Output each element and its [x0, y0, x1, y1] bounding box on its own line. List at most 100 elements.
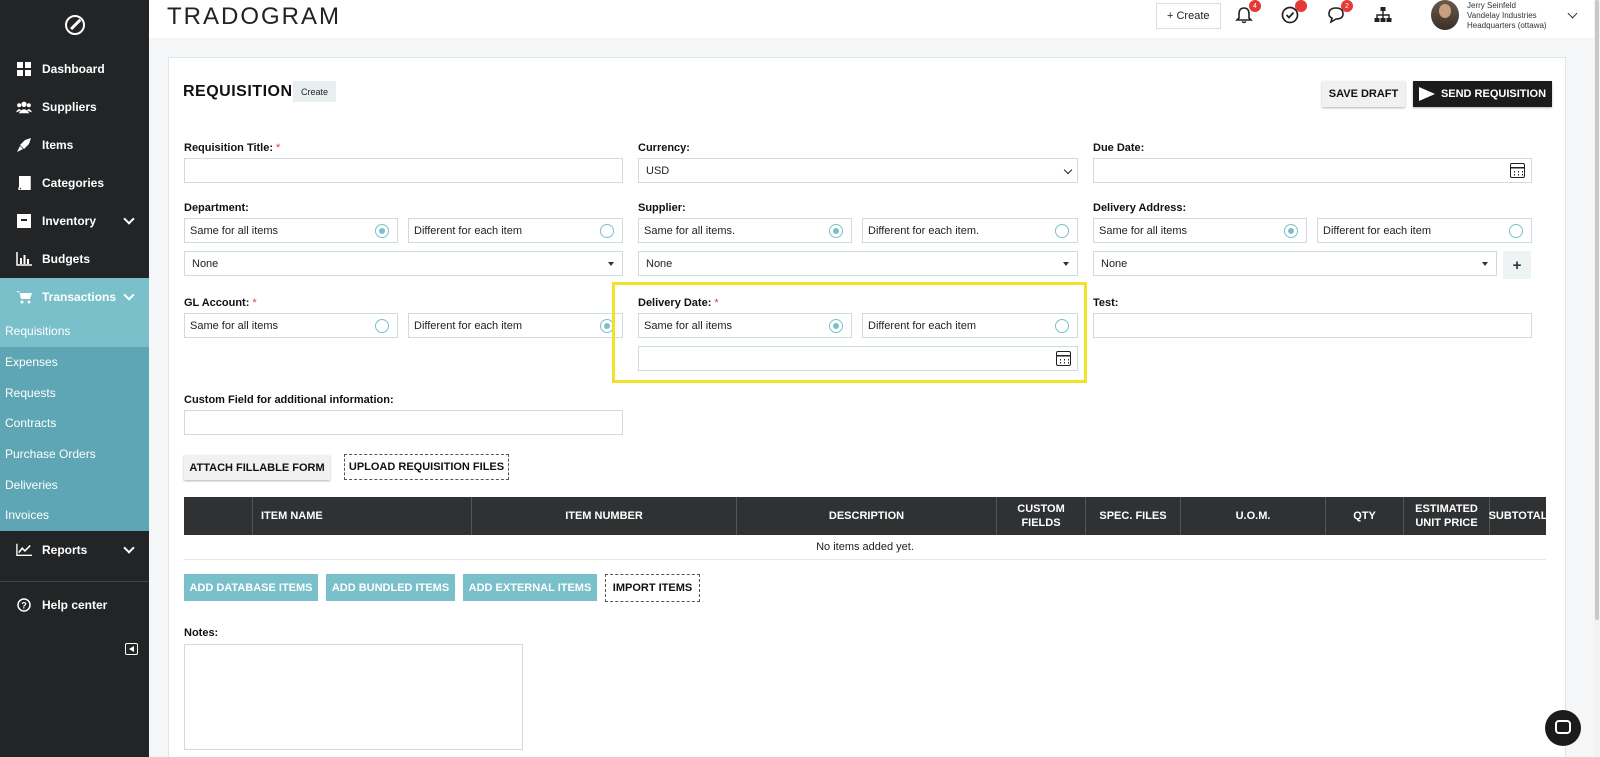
chevron-down-icon[interactable]: [1567, 8, 1578, 19]
delivery-address-select[interactable]: None: [1093, 251, 1497, 276]
sidebar-item-dashboard[interactable]: Dashboard: [0, 50, 149, 88]
option-label: Same for all items.: [644, 224, 736, 237]
sidebar-divider: [0, 580, 149, 582]
add-address-button[interactable]: +: [1503, 251, 1531, 279]
upload-requisition-files-button[interactable]: UPLOAD REQUISITION FILES: [344, 454, 509, 480]
currency-select[interactable]: USD: [638, 158, 1078, 183]
dashboard-icon: [16, 61, 32, 77]
delivery-address-different-option[interactable]: Different for each item: [1317, 218, 1532, 243]
table-header-description[interactable]: DESCRIPTION: [736, 497, 996, 535]
radio-unselected[interactable]: [1055, 224, 1069, 238]
test-label: Test:: [1093, 297, 1119, 309]
sidebar-item-label: Categories: [42, 176, 105, 190]
calendar-icon[interactable]: [1510, 163, 1525, 178]
sidebar-item-label: Items: [42, 138, 74, 152]
option-label: Different for each item: [414, 319, 523, 332]
add-database-items-button[interactable]: ADD DATABASE ITEMS: [184, 574, 318, 601]
radio-unselected[interactable]: [1509, 224, 1523, 238]
org-chart-icon[interactable]: [1374, 6, 1392, 24]
radio-selected[interactable]: [375, 224, 389, 238]
send-requisition-button[interactable]: SEND REQUISITION: [1413, 81, 1552, 107]
chat-support-icon[interactable]: [1545, 710, 1581, 746]
sidebar-subitem-invoices[interactable]: Invoices: [0, 500, 149, 531]
table-header-subtotal[interactable]: SUBTOTAL: [1489, 497, 1547, 535]
supplier-value: None: [646, 257, 673, 270]
save-draft-button[interactable]: SAVE DRAFT: [1322, 81, 1405, 107]
due-date-input[interactable]: [1093, 158, 1532, 183]
scrollbar-thumb[interactable]: [1595, 0, 1599, 620]
tasks-check-icon[interactable]: [1281, 0, 1307, 24]
test-input[interactable]: [1093, 313, 1532, 338]
brand-logo[interactable]: TRADOGRAM: [167, 3, 341, 31]
supplier-same-option[interactable]: Same for all items.: [638, 218, 852, 243]
table-header-estimated-unit-price[interactable]: ESTIMATED UNIT PRICE: [1403, 497, 1489, 535]
items-table-header: ITEM NAME ITEM NUMBER DESCRIPTION CUSTOM…: [184, 497, 1547, 535]
gl-account-different-option[interactable]: Different for each item: [408, 313, 623, 338]
line-chart-icon: [16, 542, 32, 558]
sidebar-item-suppliers[interactable]: Suppliers: [0, 88, 149, 126]
option-label: Different for each item.: [868, 224, 980, 237]
messages-badge: 2: [1341, 0, 1353, 12]
notes-textarea[interactable]: [184, 644, 523, 750]
sidebar-item-help-center[interactable]: ? Help center: [0, 586, 149, 624]
notes-label: Notes:: [184, 627, 219, 639]
table-header-custom-fields[interactable]: CUSTOM FIELDS: [996, 497, 1085, 535]
requisition-title-label: Requisition Title: *: [184, 142, 281, 154]
send-plane-icon: [1418, 87, 1435, 101]
department-different-option[interactable]: Different for each item: [408, 218, 623, 243]
attach-fillable-form-button[interactable]: ATTACH FILLABLE FORM: [184, 455, 330, 480]
sidebar-item-budgets[interactable]: Budgets: [0, 240, 149, 278]
chevron-down-icon: [123, 289, 135, 301]
page-scrollbar[interactable]: [1594, 0, 1600, 757]
department-label: Department:: [184, 202, 249, 214]
department-same-option[interactable]: Same for all items: [184, 218, 398, 243]
currency-label: Currency:: [638, 142, 690, 154]
sidebar-item-reports[interactable]: Reports: [0, 531, 149, 569]
supplier-different-option[interactable]: Different for each item.: [862, 218, 1078, 243]
table-header-uom[interactable]: U.O.M.: [1180, 497, 1325, 535]
radio-unselected[interactable]: [600, 224, 614, 238]
radio-unselected[interactable]: [375, 319, 389, 333]
create-button[interactable]: + Create: [1156, 3, 1221, 29]
messages-icon[interactable]: 2: [1327, 0, 1353, 24]
rocket-icon: [16, 137, 32, 153]
department-select[interactable]: None: [184, 251, 623, 276]
user-name: Jerry Seinfeld: [1467, 1, 1516, 10]
tasks-badge: [1295, 0, 1307, 12]
add-bundled-items-button[interactable]: ADD BUNDLED ITEMS: [326, 574, 455, 601]
custom-field-input[interactable]: [184, 410, 623, 435]
sidebar-item-transactions[interactable]: Transactions: [0, 278, 149, 316]
sidebar-subitem-requests[interactable]: Requests: [0, 377, 149, 408]
delivery-address-same-option[interactable]: Same for all items: [1093, 218, 1307, 243]
add-external-items-button[interactable]: ADD EXTERNAL ITEMS: [463, 574, 597, 601]
table-header-item-number[interactable]: ITEM NUMBER: [471, 497, 736, 535]
radio-selected[interactable]: [829, 224, 843, 238]
sidebar-subitem-purchase-orders[interactable]: Purchase Orders: [0, 439, 149, 470]
sidebar-item-categories[interactable]: Categories: [0, 164, 149, 202]
user-company: Vandelay Industries: [1467, 11, 1537, 20]
sidebar-item-items[interactable]: Items: [0, 126, 149, 164]
table-header-item-name[interactable]: ITEM NAME: [252, 497, 471, 535]
caret-down-icon: [1063, 262, 1069, 266]
requisition-title-input[interactable]: [184, 158, 623, 183]
sidebar-subitem-deliveries[interactable]: Deliveries: [0, 469, 149, 500]
radio-selected[interactable]: [1284, 224, 1298, 238]
table-header-spec-files[interactable]: SPEC. FILES: [1085, 497, 1180, 535]
sidebar-subitem-expenses[interactable]: Expenses: [0, 347, 149, 378]
import-items-button[interactable]: IMPORT ITEMS: [605, 574, 700, 602]
sidebar-item-label: Help center: [42, 597, 108, 612]
sidebar-item-inventory[interactable]: Inventory: [0, 202, 149, 240]
table-header-qty[interactable]: QTY: [1325, 497, 1403, 535]
gl-account-same-option[interactable]: Same for all items: [184, 313, 398, 338]
table-header-select: [184, 497, 252, 535]
sidebar-subitem-requisitions[interactable]: Requisitions: [0, 316, 149, 347]
avatar[interactable]: [1431, 0, 1459, 30]
users-icon: [16, 99, 32, 115]
sidebar-subitem-contracts[interactable]: Contracts: [0, 408, 149, 439]
bell-icon[interactable]: 4: [1235, 0, 1261, 24]
logo-icon[interactable]: [0, 0, 149, 50]
collapse-sidebar-icon[interactable]: [125, 643, 138, 655]
supplier-select[interactable]: None: [638, 251, 1078, 276]
send-requisition-label: SEND REQUISITION: [1440, 88, 1547, 100]
user-info[interactable]: Jerry Seinfeld Vandelay Industries Headq…: [1467, 1, 1547, 31]
